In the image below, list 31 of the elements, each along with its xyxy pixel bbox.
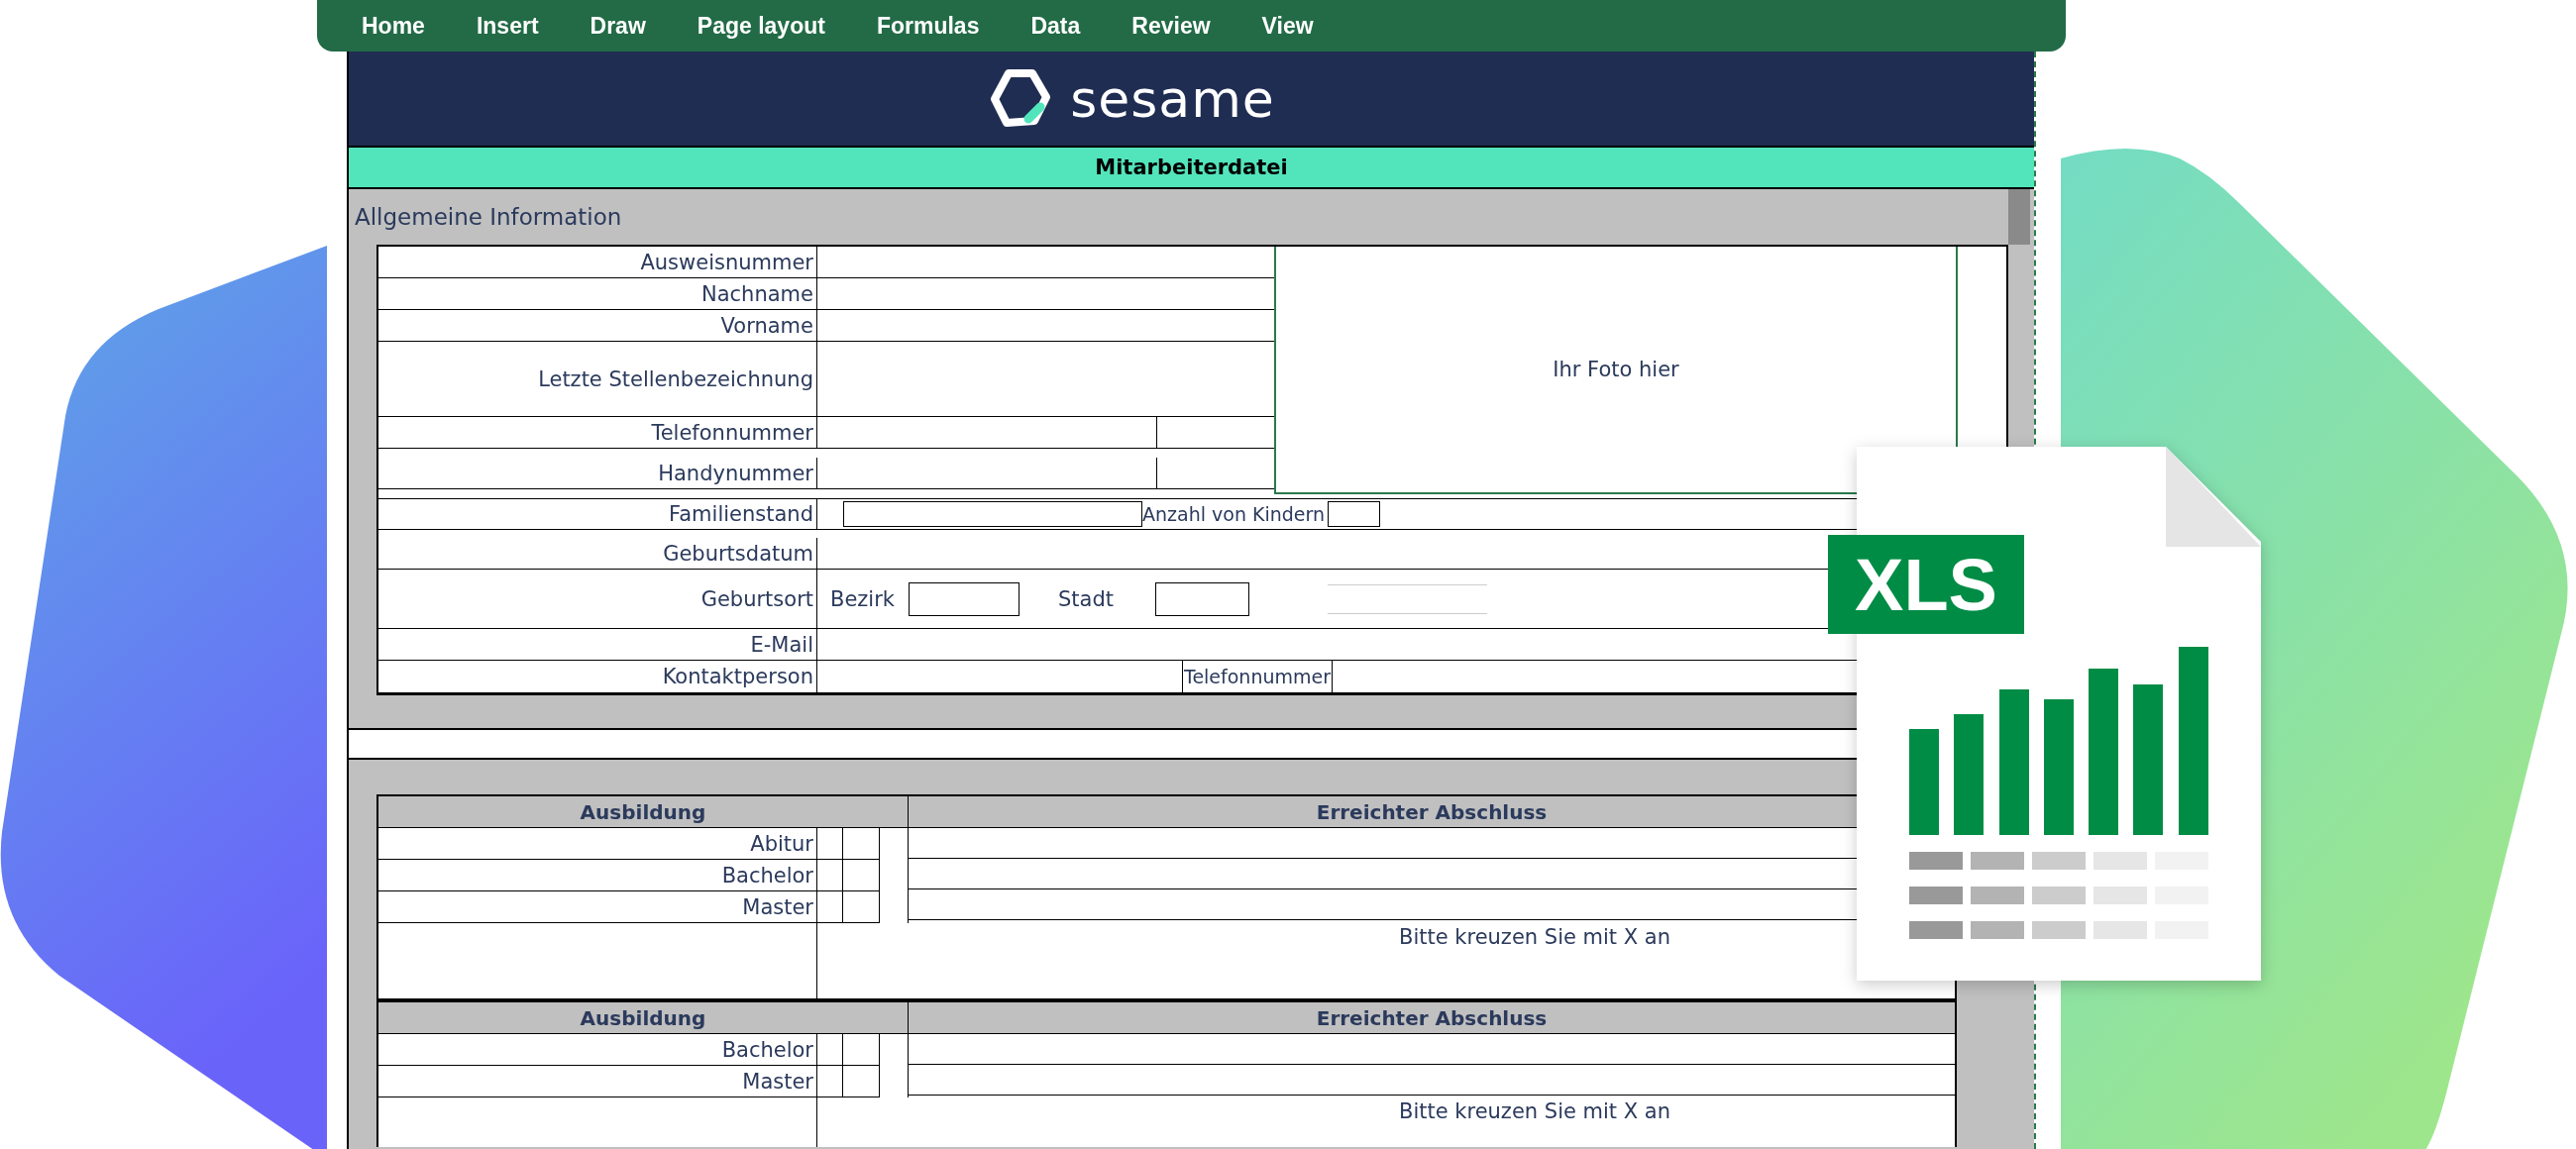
- field-label: Geburtsort: [378, 570, 817, 628]
- sheet-title: Mitarbeiterdatei: [1094, 156, 1289, 179]
- degree-label: Master: [378, 1066, 817, 1097]
- field-label: Telefonnummer: [1182, 661, 1333, 692]
- menu-item[interactable]: Review: [1131, 10, 1211, 42]
- menu-item[interactable]: View: [1261, 10, 1314, 42]
- column-header: Erreichter Abschluss: [1315, 798, 1549, 826]
- degree-label: Bachelor: [378, 1034, 817, 1065]
- file-type-badge: XLS: [1828, 535, 2024, 634]
- menu-item[interactable]: Insert: [476, 10, 539, 42]
- field-label: Familienstand: [378, 499, 817, 529]
- field-label: Anzahl von Kindern: [1142, 503, 1327, 525]
- column-header: Erreichter Abschluss: [1315, 1004, 1549, 1032]
- logo-text: sesame: [1070, 72, 1275, 125]
- degree-label: Master: [378, 891, 817, 922]
- menu-item[interactable]: Home: [362, 10, 425, 42]
- menu-item[interactable]: Data: [1030, 10, 1081, 42]
- column-header: Ausbildung: [378, 796, 909, 827]
- menu-item[interactable]: Draw: [590, 10, 646, 42]
- scrollbar-thumb[interactable]: [2008, 189, 2030, 245]
- column-header: Ausbildung: [378, 1002, 909, 1033]
- menu-item[interactable]: Page layout: [697, 10, 825, 42]
- degree-label: Abitur: [378, 828, 817, 859]
- degree-label: Bachelor: [378, 860, 817, 890]
- instruction-text: Bitte kreuzen Sie mit X an: [1399, 924, 1670, 949]
- instruction-text: Bitte kreuzen Sie mit X an: [1399, 1098, 1670, 1123]
- menu-item[interactable]: Formulas: [876, 10, 980, 42]
- field-label: Kontaktperson: [378, 661, 817, 692]
- field-label: Stadt: [1058, 586, 1115, 611]
- field-label: Bezirk: [830, 586, 896, 611]
- section-title: Allgemeine Information: [355, 203, 622, 232]
